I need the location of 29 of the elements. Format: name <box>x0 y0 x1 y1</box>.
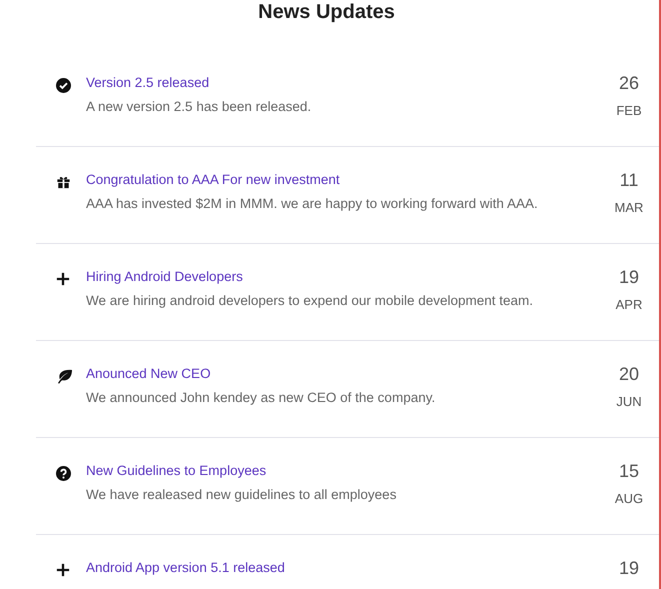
news-title-link[interactable]: Version 2.5 released <box>86 74 210 92</box>
date-day: 15 <box>618 460 640 482</box>
date-day: 19 <box>618 557 640 579</box>
news-title-link[interactable]: Android App version 5.1 released <box>86 559 285 577</box>
leaf-icon <box>56 369 73 384</box>
date-day: 19 <box>618 266 640 288</box>
news-title-link[interactable]: Anounced New CEO <box>86 365 211 383</box>
plus-icon <box>56 272 70 286</box>
news-description: We are hiring android developers to expend our mobile development team. <box>86 292 534 310</box>
check-circle-icon <box>56 78 71 93</box>
gift-icon <box>56 175 71 189</box>
date-month: APR <box>616 297 642 313</box>
page-heading: News Updates <box>257 0 396 24</box>
question-circle-icon <box>56 466 71 481</box>
news-description: A new version 2.5 has been released. <box>86 98 312 116</box>
date-day: 11 <box>620 169 638 191</box>
news-description: We have realeased new guidelines to all employees <box>86 486 396 504</box>
date-month: MAR <box>614 200 644 216</box>
news-title-link[interactable]: Hiring Android Developers <box>86 268 243 286</box>
date-month: FEB <box>616 103 642 119</box>
date-month: AUG <box>614 491 644 507</box>
news-description: AAA has invested $2M in MMM. we are happy to working forward with AAA. <box>86 195 538 213</box>
date-month: JUN <box>616 394 642 410</box>
news-title-link[interactable]: New Guidelines to Employees <box>86 462 266 480</box>
date-day: 20 <box>618 363 640 385</box>
date-day: 26 <box>618 72 640 94</box>
news-description: We announced John kendey as new CEO of the company. <box>86 389 436 407</box>
plus-icon <box>56 563 70 577</box>
news-title-link[interactable]: Congratulation to AAA For new investment <box>86 171 340 189</box>
